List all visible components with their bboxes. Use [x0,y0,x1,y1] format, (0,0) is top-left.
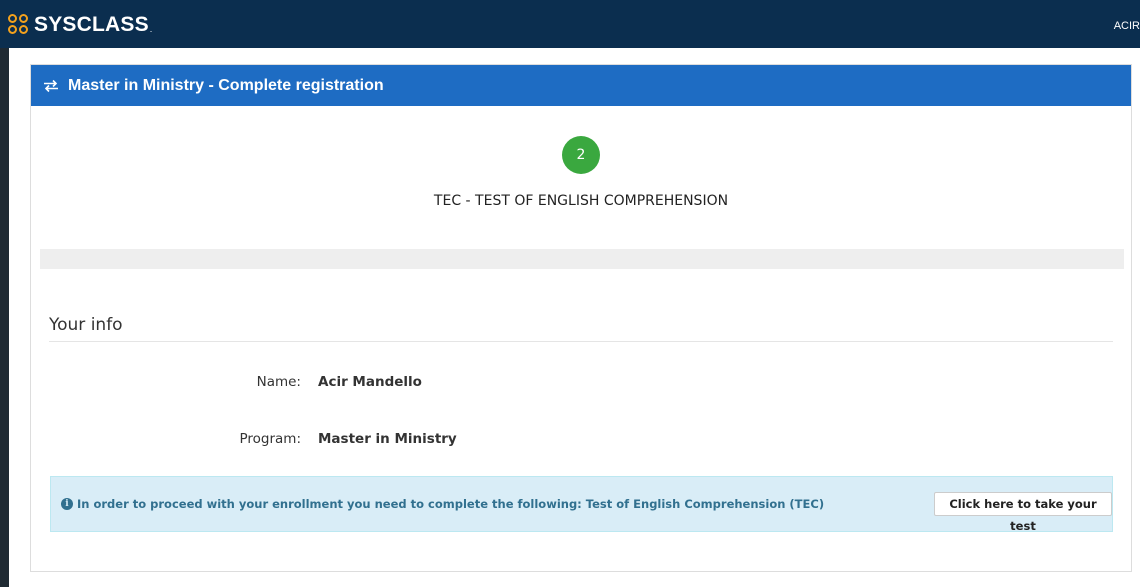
your-info-heading: Your info [49,315,123,335]
progress-strip [40,249,1124,269]
info-circle-icon: i [61,498,73,510]
step-indicator: 2 [31,136,1131,174]
top-navbar: SYSCLASS . ACIR [0,0,1140,48]
program-value: Master in Ministry [318,431,457,447]
enrollment-alert: i In order to proceed with your enrollme… [50,476,1113,533]
logo-knot-icon [8,14,30,36]
user-menu[interactable]: ACIR [1114,20,1140,32]
left-edge-bar [0,0,9,587]
sysclass-logo[interactable]: SYSCLASS . [8,13,152,37]
take-test-button[interactable]: Click here to take your test [934,492,1112,533]
logo-dot: . [149,25,153,34]
registration-panel: Master in Ministry - Complete registrati… [30,64,1132,572]
panel-title: Master in Ministry - Complete registrati… [68,76,384,94]
name-value: Acir Mandello [318,374,422,390]
alert-message-text: In order to proceed with your enrollment… [77,497,825,511]
step-number-badge: 2 [562,136,600,174]
step-title: TEC - TEST OF ENGLISH COMPREHENSION [433,193,729,209]
panel-header: Master in Ministry - Complete registrati… [31,65,1131,106]
swap-arrows-icon [44,79,58,92]
alert-message: i In order to proceed with your enrollme… [61,497,824,511]
section-divider [49,341,1113,342]
logo-text: SYSCLASS [34,13,149,36]
name-label: Name: [256,374,301,390]
program-label: Program: [239,431,301,447]
